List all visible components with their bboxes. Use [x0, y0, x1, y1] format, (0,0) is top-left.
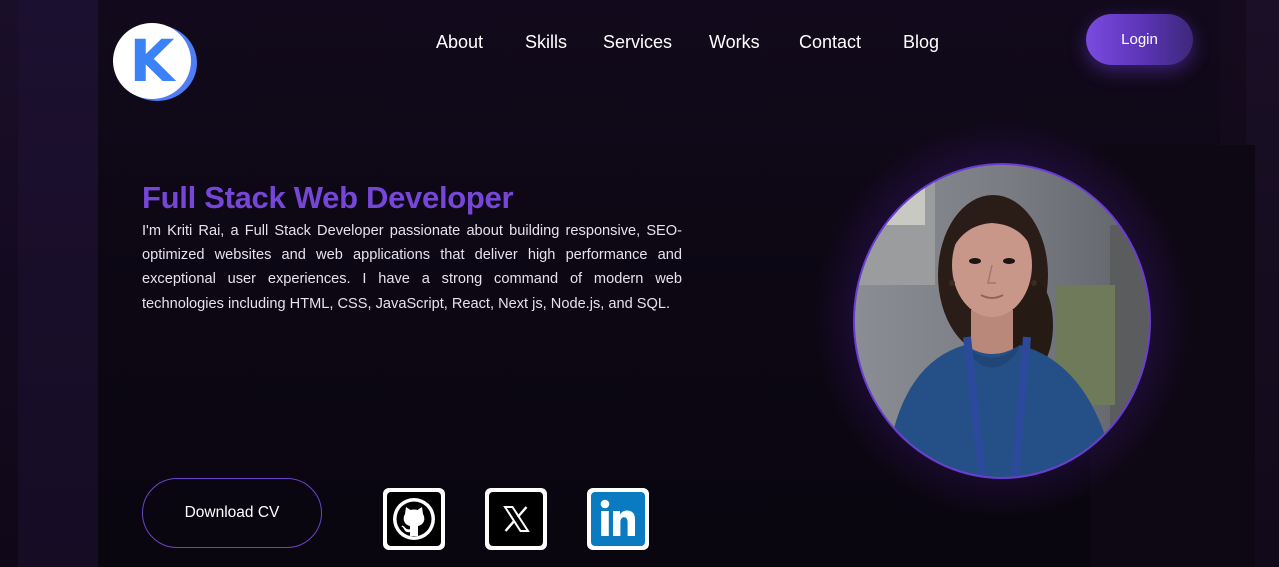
github-icon: [387, 492, 441, 546]
profile-photo: [853, 163, 1151, 479]
nav-item-blog[interactable]: Blog: [903, 30, 939, 54]
x-link[interactable]: [485, 488, 547, 550]
linkedin-link[interactable]: [587, 488, 649, 550]
nav-item-services[interactable]: Services: [603, 30, 672, 54]
x-icon: [489, 492, 543, 546]
hero-description: I'm Kriti Rai, a Full Stack Developer pa…: [142, 223, 682, 312]
linkedin-icon: [591, 492, 645, 546]
download-cv-button[interactable]: Download CV: [142, 478, 322, 548]
login-button[interactable]: Login: [1086, 14, 1193, 65]
background-left-inner-panel: [18, 0, 98, 567]
nav-item-works[interactable]: Works: [709, 30, 760, 54]
nav-item-contact[interactable]: Contact: [799, 30, 861, 54]
hero-title: Full Stack Web Developer: [142, 180, 514, 215]
nav-item-skills[interactable]: Skills: [525, 30, 567, 54]
github-link[interactable]: [383, 488, 445, 550]
nav-item-about[interactable]: About: [436, 30, 483, 54]
